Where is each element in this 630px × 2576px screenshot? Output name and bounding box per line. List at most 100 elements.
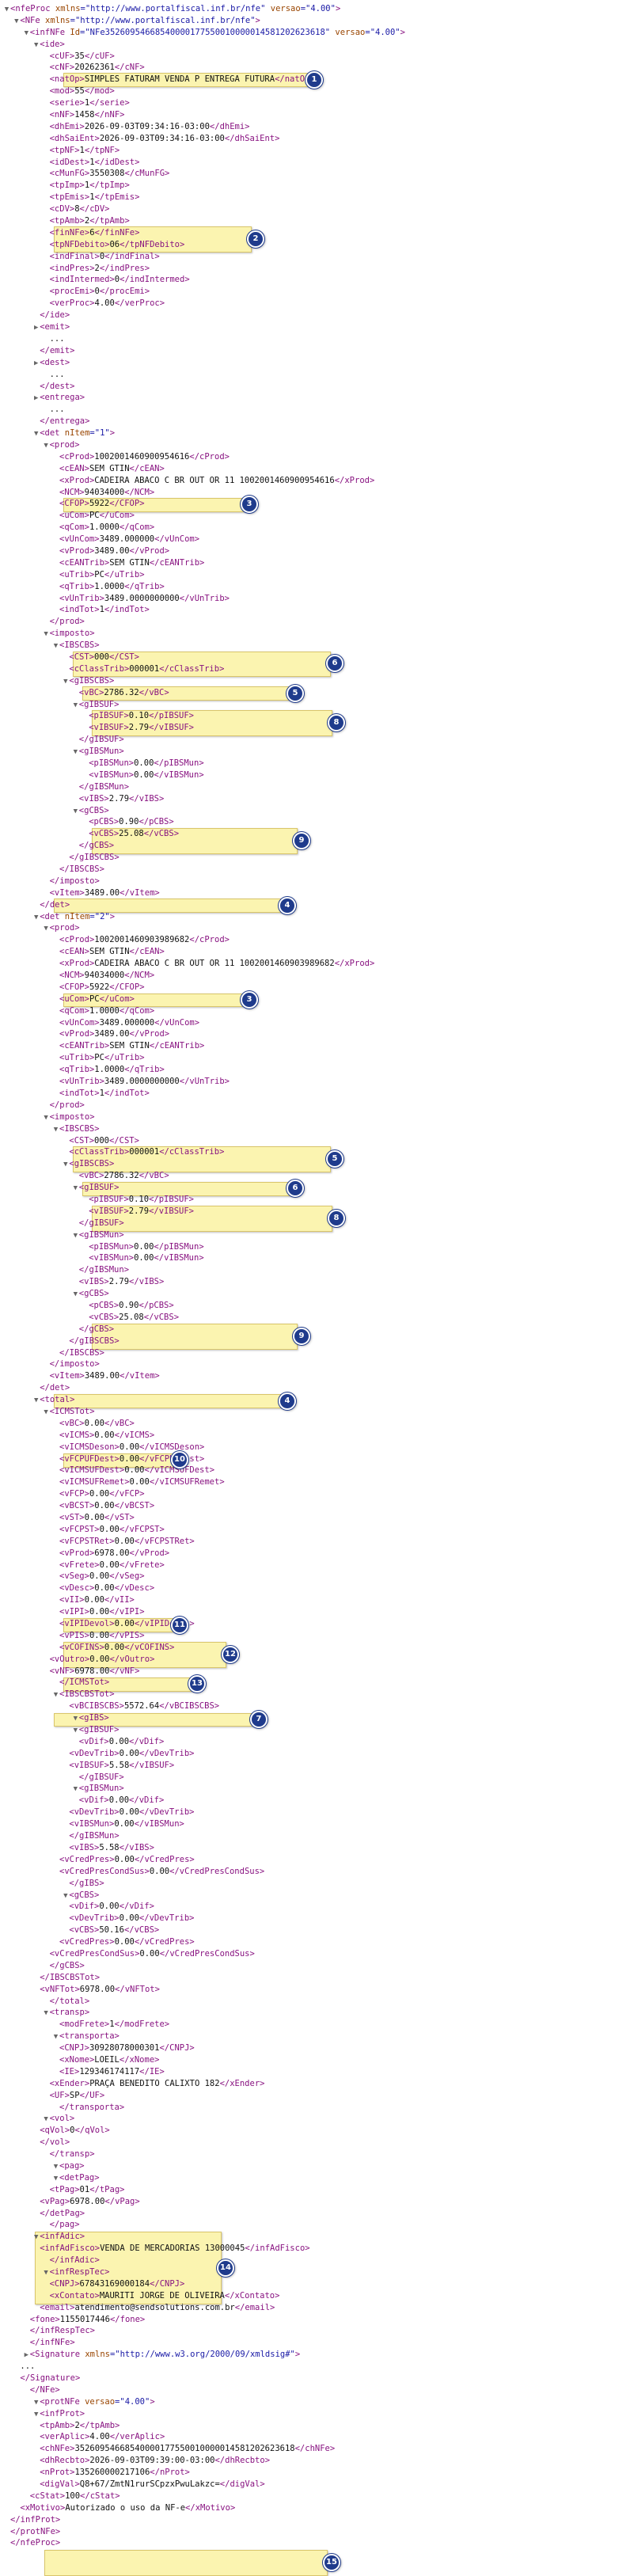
collapse-triangle-icon[interactable]: ▼ bbox=[72, 747, 79, 758]
xml-text-value: 0.00 bbox=[134, 1253, 154, 1263]
xml-tag: dhEmi bbox=[54, 121, 80, 131]
xml-tag: > bbox=[120, 110, 125, 120]
collapse-triangle-icon[interactable]: ▼ bbox=[72, 1713, 79, 1725]
collapse-triangle-icon[interactable]: ▼ bbox=[32, 2409, 40, 2421]
xml-line: <vUnCom>3489.000000</vUnCom> bbox=[0, 534, 630, 545]
collapse-triangle-icon[interactable]: ▼ bbox=[43, 2008, 50, 2019]
xml-tag: > bbox=[79, 393, 85, 403]
xml-bracket: </ bbox=[104, 605, 115, 615]
collapse-triangle-icon[interactable]: ▼ bbox=[52, 2031, 59, 2043]
collapse-triangle-icon[interactable]: ▼ bbox=[43, 2267, 50, 2279]
xml-bracket: </ bbox=[80, 2491, 90, 2501]
xml-text-value: SEM GTIN bbox=[89, 463, 130, 473]
xml-line: <vBC>0.00</vBC> bbox=[0, 1418, 630, 1430]
xml-tag: > bbox=[180, 2278, 185, 2289]
collapse-triangle-icon[interactable]: ▼ bbox=[72, 1230, 79, 1242]
xml-tag: IBSCBS bbox=[69, 864, 100, 875]
collapse-triangle-icon[interactable]: ▼ bbox=[32, 2397, 40, 2409]
xml-tag: pIBSMun bbox=[93, 1241, 129, 1252]
xml-line: ▼ <NFe xmlns="http://www.portalfiscal.inf… bbox=[0, 15, 630, 27]
callout-number-badge: 1 bbox=[306, 70, 323, 89]
collapse-triangle-icon[interactable]: ▼ bbox=[72, 1289, 79, 1301]
xml-tag: uCom bbox=[64, 511, 85, 521]
expand-triangle-icon[interactable]: ▶ bbox=[32, 358, 40, 370]
collapse-triangle-icon[interactable]: ▼ bbox=[72, 1784, 79, 1795]
xml-tag: > bbox=[70, 345, 75, 355]
xml-tag: > bbox=[134, 652, 139, 662]
xml-attr-name: versao bbox=[265, 4, 301, 13]
xml-line: </det> bbox=[0, 899, 630, 911]
xml-line: <dhEmi>2026-09-03T09:34:16-03:00</dhEmi> bbox=[0, 121, 630, 133]
xml-tag: pCBS bbox=[149, 1300, 169, 1310]
collapse-triangle-icon[interactable]: ▼ bbox=[72, 1183, 79, 1195]
xml-tag: vFCP bbox=[64, 1489, 85, 1499]
collapse-triangle-icon[interactable]: ▼ bbox=[43, 1112, 50, 1124]
expand-triangle-icon[interactable]: ▶ bbox=[23, 2350, 30, 2361]
collapse-triangle-icon[interactable]: ▼ bbox=[72, 1725, 79, 1737]
collapse-triangle-icon[interactable]: ▼ bbox=[43, 629, 50, 640]
xml-line: <vProd>3489.00</vProd> bbox=[0, 545, 630, 557]
collapse-triangle-icon[interactable]: ▼ bbox=[72, 700, 79, 712]
xml-tag: protNFe bbox=[20, 2526, 55, 2536]
xml-tag: vBCIBSCBS bbox=[169, 1701, 214, 1712]
xml-tag: gCBS bbox=[89, 1324, 109, 1334]
xml-ellipsis: ... bbox=[20, 2361, 36, 2372]
collapse-triangle-icon[interactable]: ▼ bbox=[52, 640, 59, 652]
xml-bracket: </ bbox=[159, 2043, 170, 2054]
xml-line: <indTot>1</indTot> bbox=[0, 604, 630, 616]
xml-tag: vDesc bbox=[124, 1583, 150, 1594]
xml-tag: > bbox=[219, 1147, 225, 1157]
xml-tag: pIBSMun bbox=[93, 758, 129, 768]
xml-bracket: </ bbox=[129, 463, 140, 473]
xml-text-value: 3489.00 bbox=[94, 545, 130, 556]
expand-triangle-icon[interactable]: ▶ bbox=[32, 322, 40, 334]
collapse-triangle-icon[interactable]: ▼ bbox=[32, 912, 40, 924]
xml-text-value: 0.00 bbox=[94, 1430, 115, 1440]
xml-bracket: </ bbox=[109, 1630, 120, 1640]
xml-text-value: CADEIRA ABACO C BR OUT OR 11 10020014609… bbox=[94, 959, 335, 969]
collapse-triangle-icon[interactable]: ▼ bbox=[43, 2114, 50, 2126]
collapse-triangle-icon[interactable]: ▼ bbox=[52, 1689, 59, 1701]
collapse-triangle-icon[interactable]: ▼ bbox=[72, 806, 79, 818]
collapse-triangle-icon[interactable]: ▼ bbox=[52, 2173, 59, 2185]
xml-tag: detPag bbox=[49, 2208, 80, 2218]
xml-tag: vSeg bbox=[64, 1571, 85, 1582]
xml-tag: indTot bbox=[64, 605, 95, 615]
xml-tag: > bbox=[144, 287, 150, 297]
xml-tag: > bbox=[159, 2432, 165, 2442]
xml-tag: > bbox=[129, 1595, 135, 1605]
xml-tag: vUnTrib bbox=[64, 593, 100, 603]
xml-bracket: </ bbox=[94, 110, 105, 120]
xml-tag: verProc bbox=[124, 298, 160, 309]
collapse-triangle-icon[interactable]: ▼ bbox=[3, 4, 10, 16]
collapse-triangle-icon[interactable]: ▼ bbox=[32, 2232, 40, 2244]
xml-text-value: 0.00 bbox=[84, 1418, 104, 1428]
xml-tag: > bbox=[149, 971, 155, 981]
xml-line: </imposto> bbox=[0, 1358, 630, 1370]
xml-tag: </ bbox=[69, 1878, 80, 1888]
expand-triangle-icon[interactable]: ▶ bbox=[32, 393, 40, 405]
xml-tag: vol bbox=[49, 2137, 65, 2148]
collapse-triangle-icon[interactable]: ▼ bbox=[32, 40, 40, 51]
xml-tag: indIntermed bbox=[54, 275, 110, 285]
xml-bracket: </ bbox=[79, 2420, 90, 2430]
collapse-triangle-icon[interactable]: ▼ bbox=[43, 923, 50, 935]
xml-bracket: </ bbox=[245, 2244, 256, 2254]
collapse-triangle-icon[interactable]: ▼ bbox=[52, 2161, 59, 2173]
collapse-triangle-icon[interactable]: ▼ bbox=[43, 440, 50, 452]
collapse-triangle-icon[interactable]: ▼ bbox=[32, 428, 40, 440]
collapse-triangle-icon[interactable]: ▼ bbox=[23, 28, 30, 40]
collapse-triangle-icon[interactable]: ▼ bbox=[43, 1407, 50, 1419]
collapse-triangle-icon[interactable]: ▼ bbox=[32, 1395, 40, 1407]
xml-tag: </ bbox=[49, 1100, 60, 1110]
xml-tag: serie bbox=[54, 98, 80, 108]
collapse-triangle-icon[interactable]: ▼ bbox=[52, 1124, 59, 1136]
